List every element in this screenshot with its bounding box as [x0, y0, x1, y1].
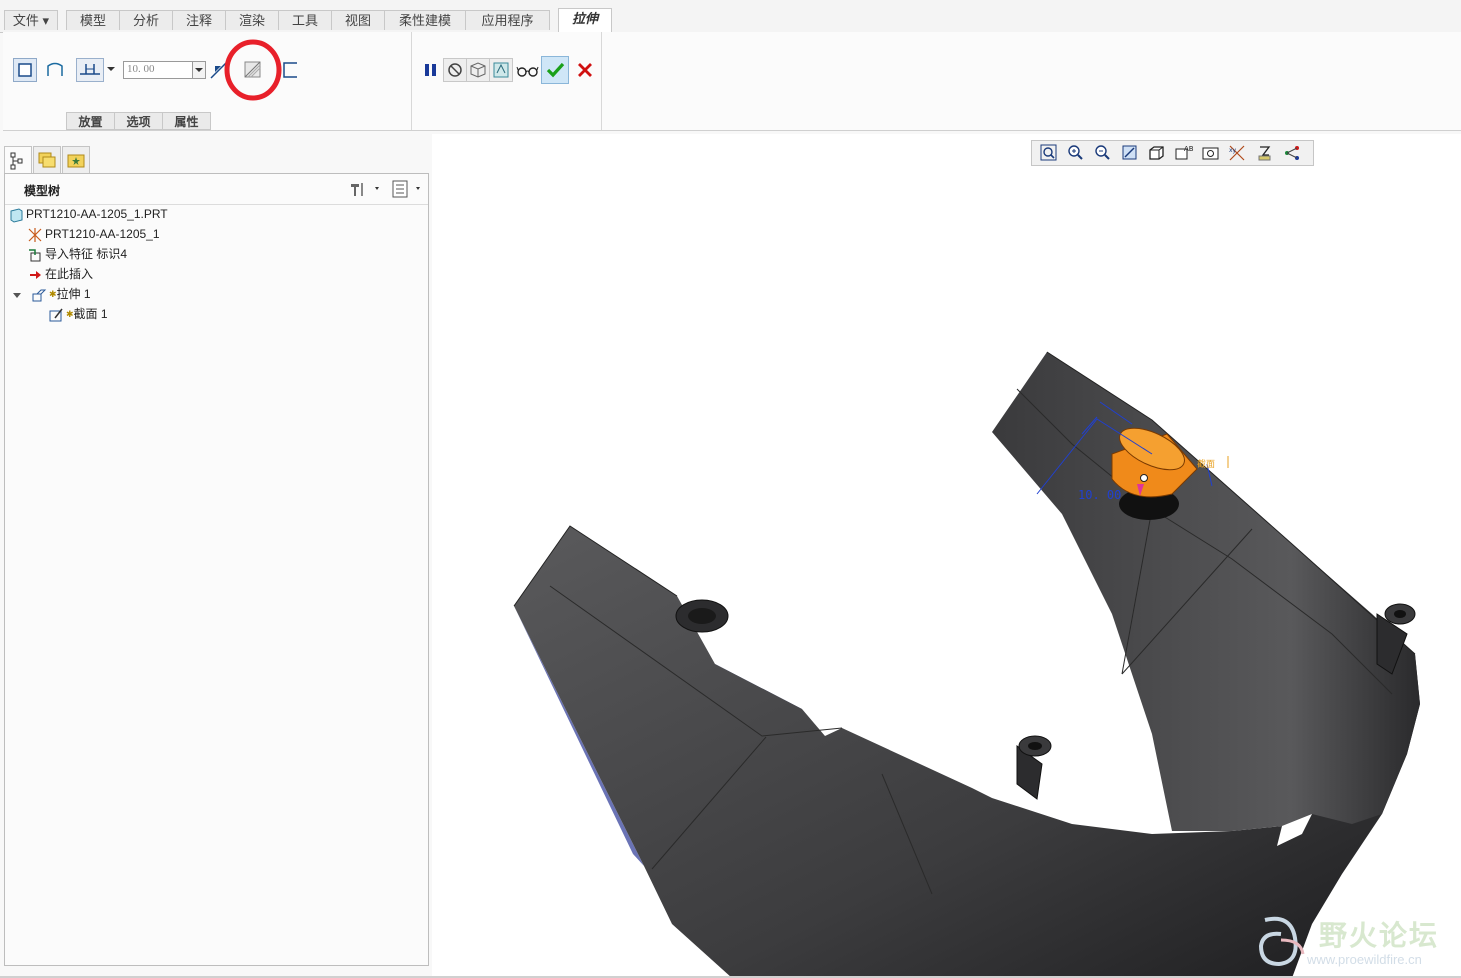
watermark-url: www.proewildfire.cn — [1307, 952, 1422, 967]
ribbon-separator — [411, 32, 412, 130]
list-icon — [392, 180, 420, 198]
glasses-preview-button[interactable] — [515, 58, 539, 82]
tab-applications[interactable]: 应用程序 — [465, 10, 550, 30]
depth-option-button[interactable] — [76, 58, 104, 82]
tools-icon — [351, 183, 379, 196]
chevron-down-icon — [107, 67, 115, 71]
extrude-ribbon: 10. 00 放置 选项 属性 — [3, 32, 1461, 131]
tree-item-label: 截面 1 — [73, 307, 108, 321]
tab-view[interactable]: 视图 — [331, 10, 385, 30]
tree-item-label: PRT1210-AA-1205_1 — [45, 227, 160, 241]
tree-settings-button[interactable] — [347, 179, 383, 199]
favorites-folder-icon — [67, 154, 85, 168]
tab-flexible-modeling[interactable]: 柔性建模 — [384, 10, 466, 30]
part-icon — [10, 208, 23, 223]
model-tree-title: 模型树 — [24, 184, 61, 198]
surface-button[interactable] — [43, 58, 67, 82]
tree-item-insert-here[interactable]: 在此插入 — [27, 265, 93, 283]
tab-analysis[interactable]: 分析 — [119, 10, 173, 30]
no-preview-icon — [448, 63, 462, 77]
tree-structure-icon — [10, 152, 23, 170]
model-tree-header: 模型树 — [5, 174, 428, 205]
part-model-render: 10. 00 截面 — [513, 351, 1420, 978]
placement-tab[interactable]: 放置 — [66, 112, 115, 130]
depth-option-dropdown[interactable] — [104, 58, 118, 82]
cancel-button[interactable] — [573, 58, 597, 82]
boss-center — [1016, 735, 1052, 800]
insert-here-arrow-icon — [30, 270, 41, 279]
solid-button[interactable] — [13, 58, 37, 82]
ribbon-separator — [601, 32, 602, 130]
tab-folder-browser[interactable] — [33, 146, 61, 174]
separate-preview-button[interactable] — [466, 58, 490, 82]
options-tab[interactable]: 选项 — [114, 112, 163, 130]
tree-item-label: 导入特征 标识4 — [45, 247, 128, 261]
separate-preview-icon — [470, 62, 486, 78]
expand-triangle-icon[interactable] — [11, 287, 23, 303]
verify-preview-button[interactable] — [489, 58, 513, 82]
tree-item-label: 在此插入 — [45, 267, 94, 281]
boss-left — [675, 599, 729, 633]
confirm-button[interactable] — [541, 56, 569, 84]
watermark-title: 野火论坛 — [1319, 920, 1440, 951]
tab-tools[interactable]: 工具 — [278, 10, 332, 30]
section-label: 截面 — [1197, 458, 1215, 470]
blind-depth-icon — [80, 64, 100, 75]
highlight-circle — [224, 39, 282, 101]
tab-extrude[interactable]: 拉伸 — [558, 8, 612, 33]
no-preview-button[interactable] — [443, 58, 467, 82]
new-feature-marker: ✱ — [49, 289, 57, 299]
glasses-icon — [516, 66, 539, 77]
part-body-right-arm — [992, 352, 1420, 831]
menu-bar: 文件 ▾ 模型 分析 注释 渲染 工具 视图 柔性建模 应用程序 拉伸 — [0, 0, 1461, 33]
depth-value-input[interactable]: 10. 00 — [123, 61, 195, 79]
sketch-icon — [49, 308, 63, 322]
tab-favorites[interactable] — [62, 146, 90, 174]
tree-item-section[interactable]: ✱截面 1 — [48, 305, 108, 323]
solid-icon — [18, 63, 32, 77]
extrude-icon — [32, 289, 47, 302]
coordinate-system-icon — [28, 227, 42, 242]
verify-preview-icon — [493, 62, 509, 78]
dimension-value-label[interactable]: 10. 00 — [1078, 488, 1121, 502]
tab-render[interactable]: 渲染 — [225, 10, 279, 30]
pause-button[interactable] — [419, 58, 443, 82]
surface-icon — [47, 62, 63, 76]
tree-item-label: PRT1210-AA-1205_1.PRT — [26, 207, 168, 221]
tab-model[interactable]: 模型 — [66, 10, 120, 30]
tree-item-label: 拉伸 1 — [56, 287, 91, 301]
folders-icon — [38, 152, 56, 168]
new-feature-marker: ✱ — [66, 309, 74, 319]
thicken-icon — [283, 62, 297, 78]
tree-item-part[interactable]: PRT1210-AA-1205_1.PRT — [8, 205, 168, 223]
model-tree-panel: 模型树 PRT1210-AA-1205_1.PRT PRT1210-AA-120… — [4, 173, 429, 966]
tree-item-import-feature[interactable]: 导入特征 标识4 — [27, 245, 127, 263]
graphics-viewport[interactable]: AB xy 10. 00 截面 野火论坛 www.proewildfire.cn — [432, 134, 1461, 978]
depth-value-dropdown[interactable] — [192, 61, 206, 79]
tab-model-tree[interactable] — [4, 146, 32, 174]
tree-item-csys[interactable]: PRT1210-AA-1205_1 — [27, 225, 160, 243]
tab-annotate[interactable]: 注释 — [172, 10, 226, 30]
tree-item-extrude[interactable]: ✱拉伸 1 — [11, 285, 91, 303]
import-feature-icon — [29, 249, 41, 262]
checkmark-icon — [546, 62, 565, 78]
tree-show-button[interactable] — [391, 179, 427, 199]
watermark-logo-icon — [1258, 916, 1305, 967]
chevron-down-icon — [195, 68, 203, 72]
tab-file[interactable]: 文件 ▾ — [4, 10, 58, 30]
thicken-button[interactable] — [279, 58, 303, 82]
properties-tab[interactable]: 属性 — [162, 112, 211, 130]
close-icon — [578, 63, 592, 77]
forum-watermark: 野火论坛 www.proewildfire.cn — [1251, 910, 1461, 976]
pause-icon — [425, 64, 436, 76]
